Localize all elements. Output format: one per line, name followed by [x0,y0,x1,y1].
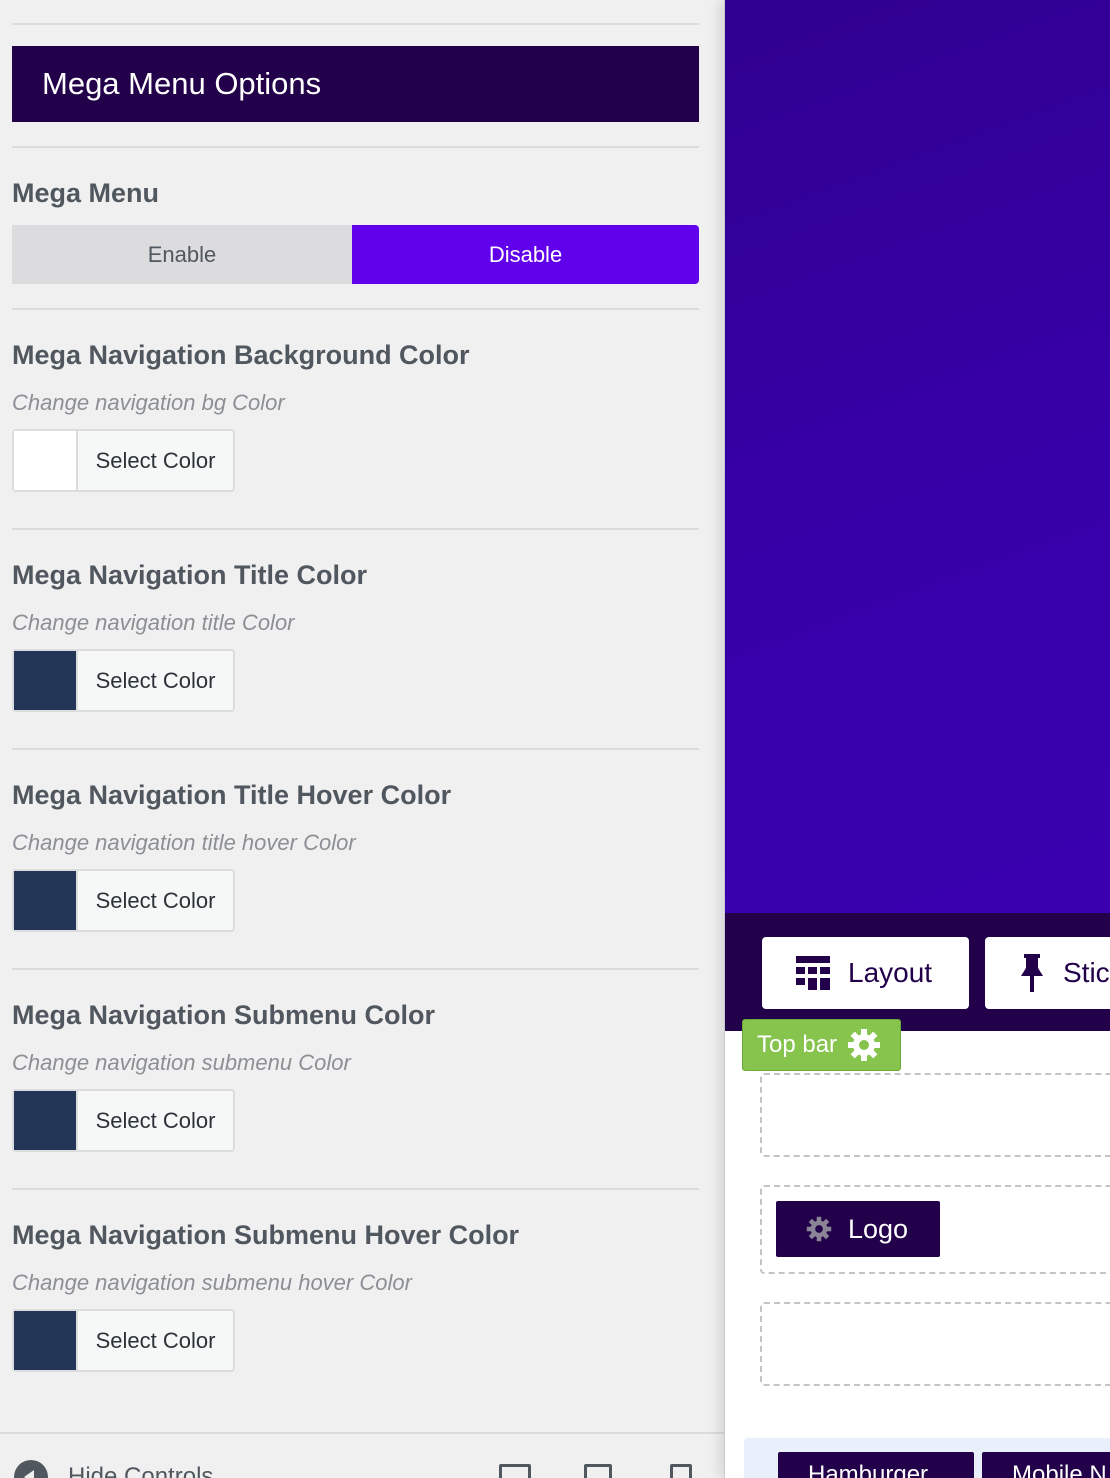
bottom-bar-dropzone[interactable] [760,1302,1110,1386]
field-title: Mega Navigation Title Hover Color [12,780,452,810]
customizer-panel: Mega Menu Options Mega Menu Enable Disab… [0,0,724,1478]
field-description: Change navigation title hover Color [12,830,356,855]
select-color-button[interactable]: Select Color [12,429,235,492]
field-description: Change navigation title Color [12,610,295,635]
disable-button[interactable]: Disable [352,225,699,284]
color-swatch [14,1091,78,1150]
layout-label: Layout [848,957,933,988]
mega-menu-title: Mega Menu [12,178,160,208]
color-swatch [14,1311,78,1370]
color-swatch [14,431,78,490]
mega-menu-toggle: Enable Disable [12,225,699,284]
enable-button[interactable]: Enable [12,225,352,284]
field-description: Change navigation submenu hover Color [12,1270,412,1295]
footer-divider [0,1432,724,1434]
divider [12,23,699,25]
field-title: Mega Navigation Title Color [12,560,368,590]
select-color-button[interactable]: Select Color [12,1309,235,1372]
color-swatch [14,871,78,930]
select-color-button[interactable]: Select Color [12,869,235,932]
divider [12,748,699,750]
section-title: Mega Menu Options [12,46,699,122]
logo-element[interactable]: Logo [776,1201,940,1257]
select-color-label: Select Color [95,888,216,913]
field-description: Change navigation bg Color [12,390,285,415]
top-bar-label: Top bar [757,1031,838,1058]
header-builder-bar: Layout Stic [725,913,1110,1031]
field-title: Mega Navigation Submenu Hover Color [12,1220,520,1250]
field-description: Change navigation submenu Color [12,1050,351,1075]
hide-controls-button[interactable]: Hide Controls [14,1460,213,1478]
desktop-preview-icon[interactable] [499,1464,531,1478]
sticky-label: Stic [1063,957,1110,988]
gear-icon[interactable] [847,1028,881,1062]
mobile-nav-element[interactable]: Mobile N [982,1452,1110,1478]
divider [12,528,699,530]
layout-icon [796,956,830,990]
tablet-preview-icon[interactable] [584,1464,612,1478]
hide-controls-label: Hide Controls [68,1463,214,1478]
select-color-button[interactable]: Select Color [12,649,235,712]
select-color-label: Select Color [95,668,216,693]
field-title: Mega Navigation Background Color [12,340,470,370]
divider [12,1188,699,1190]
select-color-button[interactable]: Select Color [12,1089,235,1152]
hamburger-element[interactable]: Hamburger [778,1452,974,1478]
select-color-label: Select Color [95,1108,216,1133]
top-bar-tag[interactable]: Top bar [742,1019,901,1071]
hero-area [725,0,1110,913]
site-preview: Layout Stic Top bar Logo Hamburger Mobil… [724,0,1110,1478]
color-swatch [14,651,78,710]
divider [12,146,699,148]
select-color-label: Select Color [95,448,216,473]
select-color-label: Select Color [95,1328,216,1353]
divider [12,968,699,970]
mobile-preview-icon[interactable] [670,1464,692,1478]
sticky-button[interactable]: Stic [985,937,1110,1009]
pin-icon [1021,954,1043,992]
gear-icon [806,1216,832,1242]
collapse-arrow-icon [14,1460,48,1478]
layout-button[interactable]: Layout [762,937,969,1009]
top-bar-dropzone[interactable] [760,1073,1110,1157]
field-title: Mega Navigation Submenu Color [12,1000,436,1030]
logo-label: Logo [848,1213,909,1244]
divider [12,308,699,310]
